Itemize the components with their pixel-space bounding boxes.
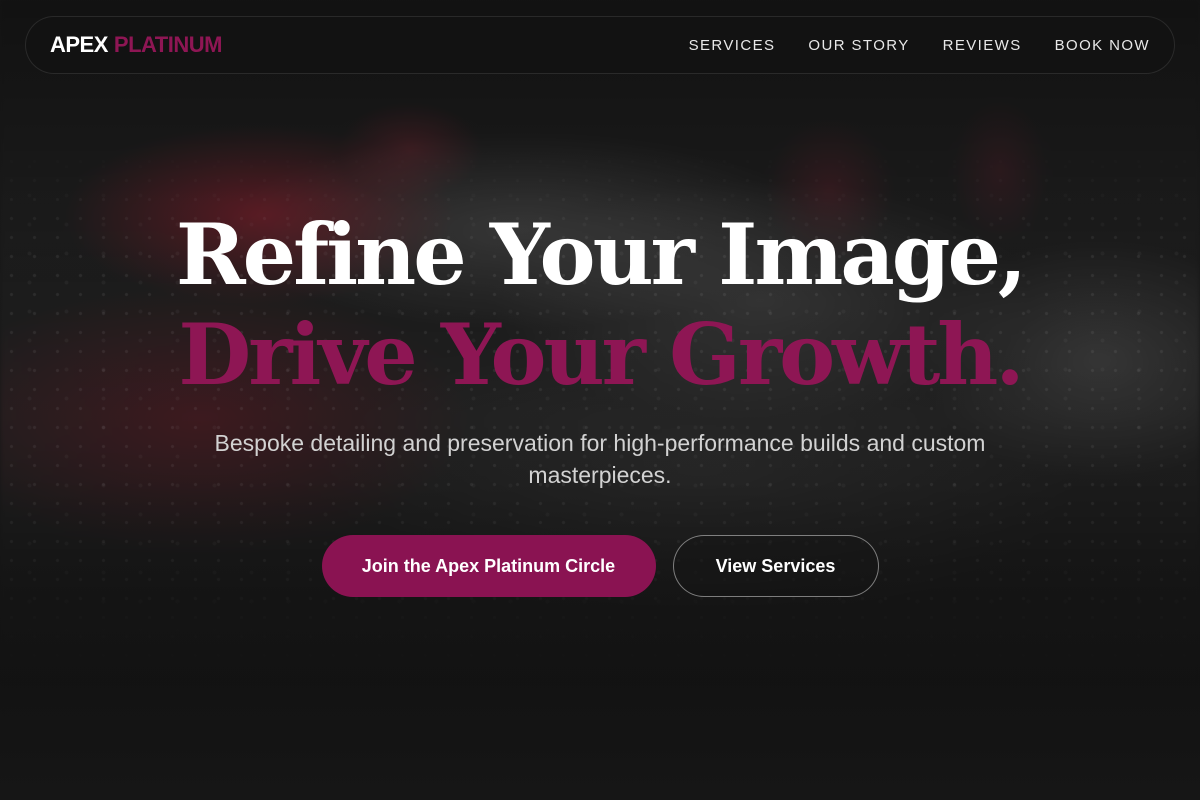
nav-link-reviews[interactable]: REVIEWS: [943, 37, 1022, 54]
hero-subtitle: Bespoke detailing and preservation for h…: [214, 430, 986, 488]
top-navbar: APEX PLATINUM SERVICES OUR STORY REVIEWS …: [25, 16, 1175, 74]
page: APEX PLATINUM SERVICES OUR STORY REVIEWS …: [0, 0, 1200, 800]
nav-link-our-story[interactable]: OUR STORY: [808, 37, 909, 54]
cta-row: Join the Apex Platinum Circle View Servi…: [0, 535, 1200, 597]
join-circle-button[interactable]: Join the Apex Platinum Circle: [321, 535, 656, 597]
nav-links: SERVICES OUR STORY REVIEWS BOOK NOW: [656, 37, 1150, 54]
hero-section: Refine Your Image, Drive Your Growth. Be…: [0, 205, 1200, 597]
view-services-button[interactable]: View Services: [672, 535, 879, 597]
headline-line-2: Drive Your Growth.: [178, 305, 1024, 404]
hero-headline: Refine Your Image, Drive Your Growth.: [0, 205, 1200, 405]
brand-name-part2: PLATINUM: [113, 32, 223, 57]
headline-line-1: Refine Your Image,: [175, 205, 1027, 304]
brand-logo[interactable]: APEX PLATINUM: [50, 32, 222, 58]
nav-link-book-now[interactable]: BOOK NOW: [1055, 37, 1150, 54]
nav-link-services[interactable]: SERVICES: [689, 37, 776, 54]
brand-name-part1: APEX: [50, 32, 108, 57]
